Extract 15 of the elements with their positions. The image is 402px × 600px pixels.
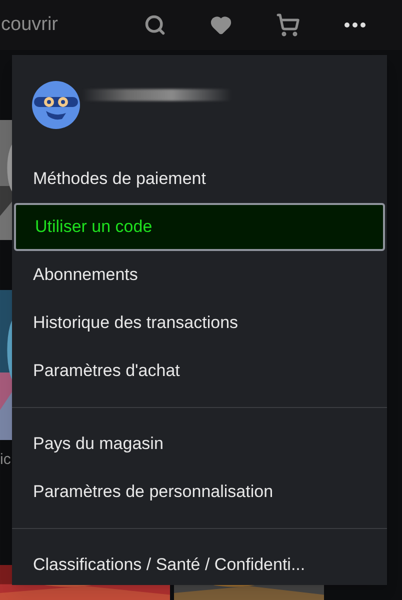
menu-item[interactable]: Méthodes de paiement [12, 155, 387, 203]
menu-item[interactable]: Paramètres de personnalisation [12, 468, 387, 516]
menu-item[interactable]: Paramètres d'achat [12, 347, 387, 395]
cart-icon[interactable] [276, 13, 300, 37]
tile-caption: ic [0, 450, 11, 470]
menu-item[interactable]: Classifications / Santé / Confidenti... [12, 541, 387, 589]
heart-icon[interactable] [210, 14, 232, 36]
avatar-icon [32, 81, 80, 129]
nav-title[interactable]: couvrir [1, 10, 138, 40]
menu-item[interactable]: Abonnements [12, 251, 387, 299]
menu-item[interactable]: Pays du magasin [12, 420, 387, 468]
search-icon[interactable] [144, 14, 166, 36]
menu-item[interactable]: Utiliser un code [14, 203, 385, 251]
more-icon[interactable] [344, 22, 366, 28]
menu-item[interactable]: Historique des transactions [12, 299, 387, 347]
